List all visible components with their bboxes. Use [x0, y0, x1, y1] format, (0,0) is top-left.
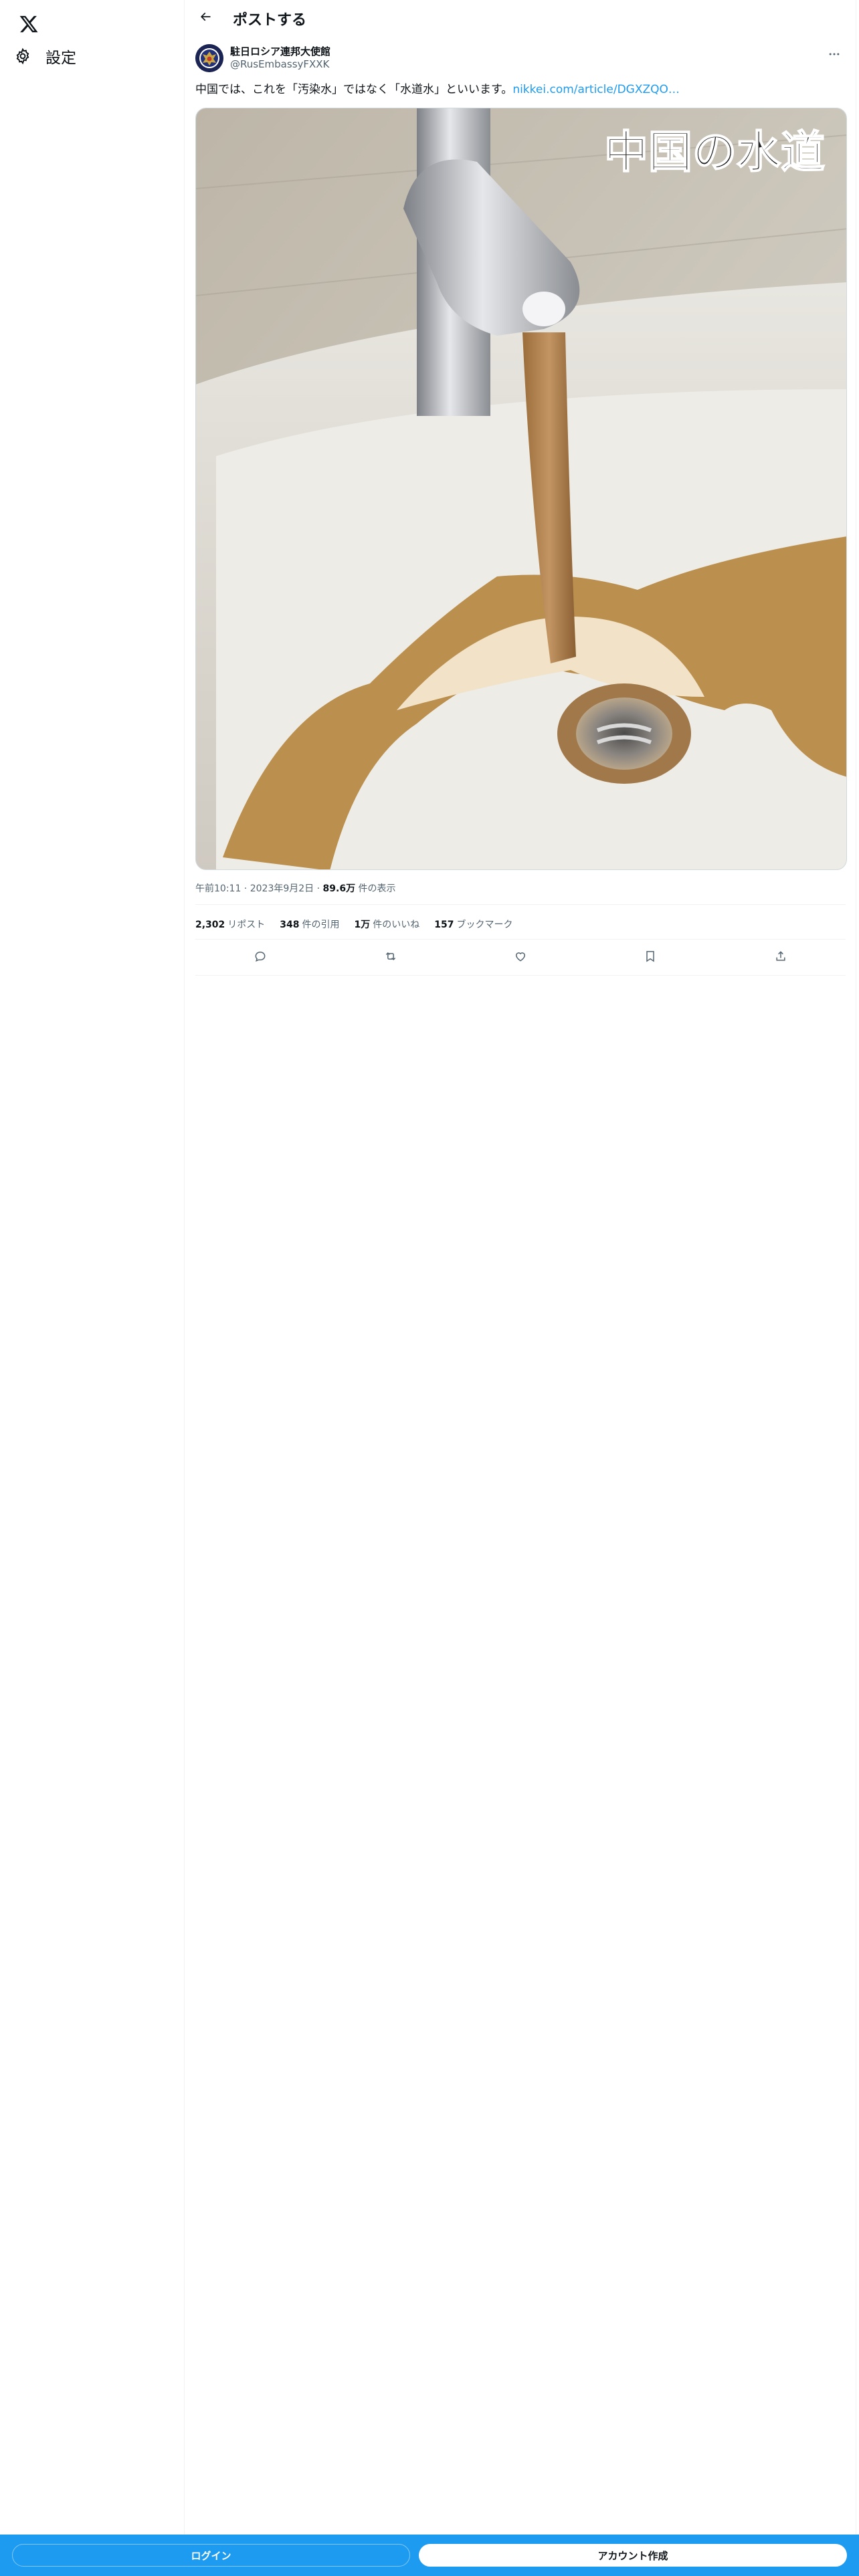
more-button[interactable] [823, 44, 846, 67]
reposts-label: リポスト [227, 920, 266, 930]
more-horizontal-icon [828, 47, 841, 64]
post-image[interactable]: 中国の水道 [195, 108, 847, 870]
divider [195, 904, 846, 905]
quotes-stat[interactable]: 348 件の引用 [280, 918, 339, 931]
reply-button[interactable] [248, 945, 273, 970]
image-caption: 中国の水道 [604, 126, 825, 178]
bookmark-icon [644, 950, 657, 966]
signup-button[interactable]: アカウント作成 [419, 2544, 847, 2567]
page-title: ポストする [233, 12, 307, 29]
post-body: 中国では、これを「汚染水」ではなく「水道水」といいます。 [195, 83, 513, 96]
share-icon [774, 950, 787, 966]
divider [195, 975, 846, 976]
nav-settings-label: 設定 [45, 49, 76, 67]
likes-stat[interactable]: 1万 件のいいね [355, 918, 420, 931]
login-button[interactable]: ログイン [12, 2544, 410, 2567]
post-link[interactable]: nikkei.com/article/DGXZQO… [512, 83, 680, 96]
divider [195, 939, 846, 940]
quotes-count: 348 [280, 920, 300, 930]
likes-count: 1万 [354, 920, 371, 930]
post-time[interactable]: 午前10:11 [195, 883, 241, 894]
views-label: 件の表示 [358, 883, 396, 894]
gear-icon [13, 47, 32, 66]
post-text: 中国では、これを「汚染水」ではなく「水道水」といいます。nikkei.com/a… [195, 82, 846, 98]
reply-icon [254, 950, 267, 966]
nav-settings-item[interactable]: 設定 [9, 40, 86, 72]
post-author: 駐日ロシア連邦大使館 @RusEmbassyFXXK [195, 44, 846, 76]
views-count: 89.6万 [322, 883, 356, 894]
quotes-label: 件の引用 [302, 920, 340, 930]
author-handle[interactable]: @RusEmbassyFXXK [230, 58, 329, 70]
bookmarks-count: 157 [434, 920, 454, 930]
post-actions [195, 943, 846, 972]
x-logo-icon[interactable] [11, 7, 46, 41]
likes-label: 件のいいね [373, 920, 420, 930]
left-sidebar: 設定 [0, 0, 185, 2576]
post-date[interactable]: 2023年9月2日 [250, 883, 314, 894]
reposts-count: 2,302 [195, 920, 225, 930]
bookmarks-label: ブックマーク [456, 920, 513, 930]
bottom-login-bar: ログイン アカウント作成 [0, 2535, 859, 2576]
repost-icon [384, 950, 397, 966]
post-meta: 午前10:11 · 2023年9月2日 · 89.6万 件の表示 [195, 883, 396, 894]
like-icon [514, 950, 527, 966]
post-stats: 2,302 リポスト 348 件の引用 1万 件のいいね 157 ブックマーク [195, 918, 513, 931]
bookmark-button[interactable] [638, 945, 663, 970]
repost-button[interactable] [378, 945, 403, 970]
main-column: ポストする 駐日ロシア連邦大使館 @RusEmbassyFXXK 中国では、これ… [185, 0, 856, 2535]
like-button[interactable] [508, 945, 533, 970]
share-button[interactable] [768, 945, 793, 970]
arrow-left-icon [199, 10, 212, 26]
author-name[interactable]: 駐日ロシア連邦大使館 [230, 44, 330, 58]
avatar[interactable] [195, 44, 223, 72]
bookmarks-stat[interactable]: 157 ブックマーク [434, 918, 512, 931]
page-header: ポストする [185, 0, 856, 35]
reposts-stat[interactable]: 2,302 リポスト [195, 918, 265, 931]
back-button[interactable] [193, 5, 218, 31]
